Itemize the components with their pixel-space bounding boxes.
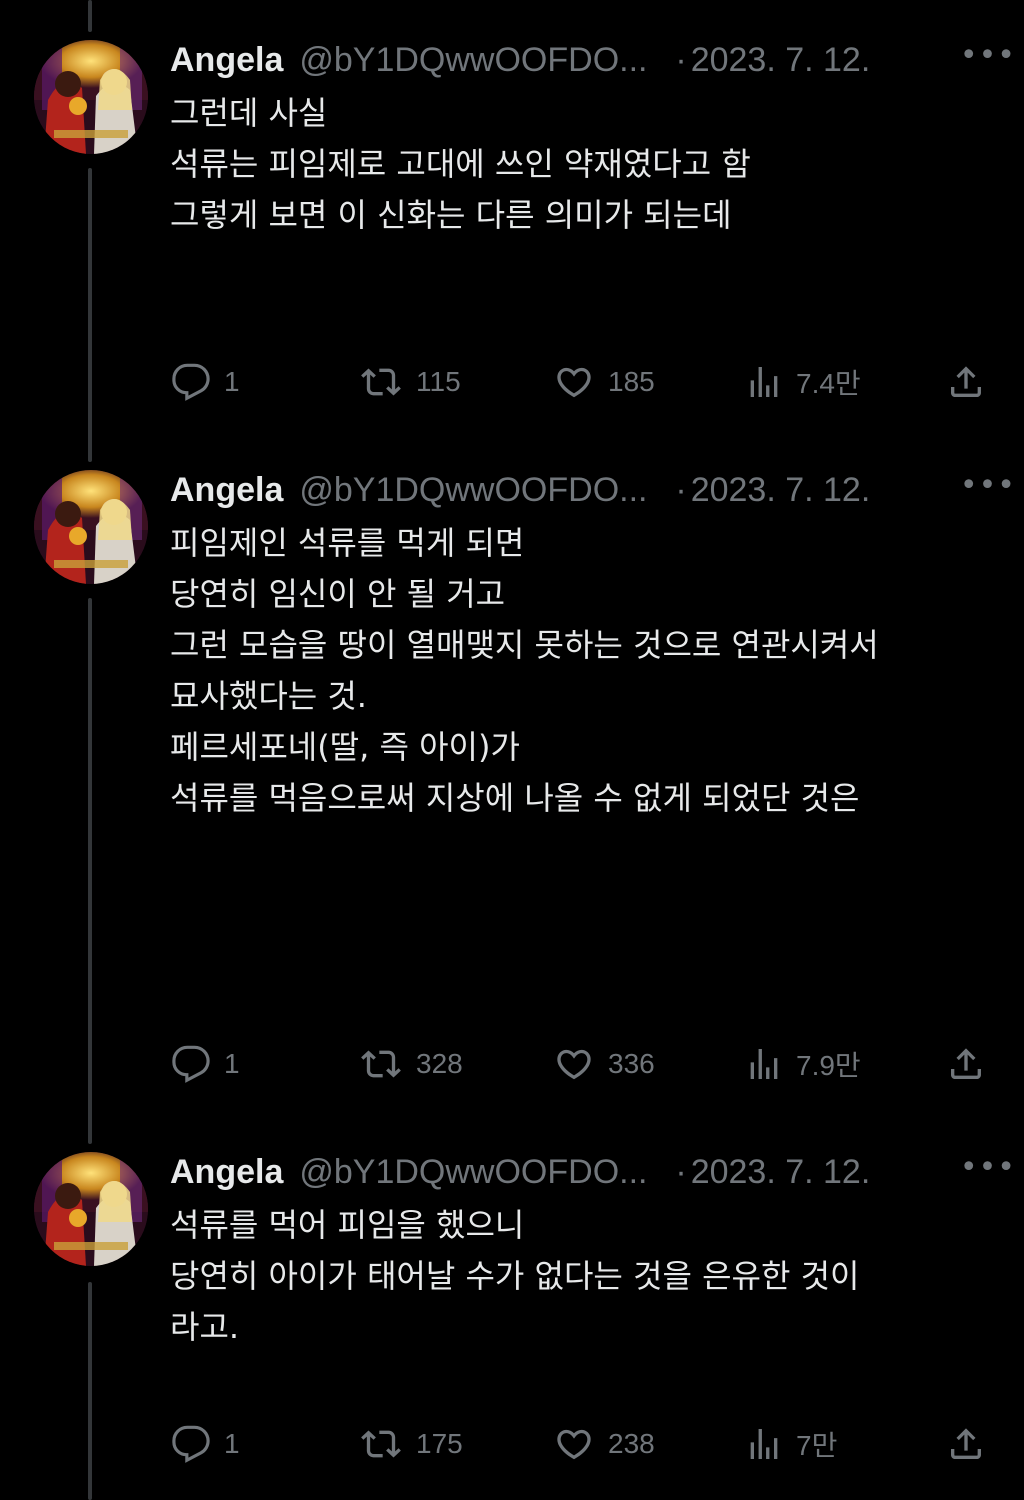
- post-date[interactable]: 2023. 7. 12.: [691, 41, 871, 80]
- reply-count: 1: [224, 366, 240, 397]
- display-name[interactable]: Angela: [170, 1153, 283, 1192]
- avatar[interactable]: [34, 470, 148, 584]
- retweet-button[interactable]: 328: [358, 1042, 463, 1086]
- display-name[interactable]: Angela: [170, 41, 283, 80]
- views-button[interactable]: 7만: [744, 1422, 837, 1466]
- views-button[interactable]: 7.9만: [744, 1042, 861, 1086]
- user-handle[interactable]: @bY1DQwwOOFDO...: [299, 41, 671, 80]
- user-handle[interactable]: @bY1DQwwOOFDO...: [299, 1153, 671, 1192]
- reply-count: 1: [224, 1428, 240, 1459]
- heart-icon: [552, 1044, 596, 1084]
- text-line: 라고.: [170, 1308, 240, 1346]
- post-date[interactable]: 2023. 7. 12.: [691, 471, 871, 510]
- reply-icon: [170, 1044, 212, 1084]
- thread-line-top: [88, 0, 92, 32]
- tweet-header: Angela @bY1DQwwOOFDO... · 2023. 7. 12.: [170, 470, 994, 510]
- share-button[interactable]: [946, 1422, 986, 1466]
- text-line: 페르세포네(딸, 즉 아이)가: [170, 728, 520, 766]
- view-count: 7만: [796, 1430, 838, 1461]
- bar-chart-icon: [744, 362, 784, 402]
- text-line: 석류를 먹어 피임을 했으니: [170, 1206, 525, 1244]
- reply-icon: [170, 1424, 212, 1464]
- heart-icon: [552, 1424, 596, 1464]
- more-icon[interactable]: •••: [960, 471, 1016, 501]
- share-icon: [946, 1424, 986, 1464]
- text-line: 그렇게 보면 이 신화는 다른 의미가 되는데: [170, 196, 732, 234]
- retweet-count: 115: [416, 366, 461, 397]
- reply-button[interactable]: 1: [170, 360, 240, 404]
- retweet-button[interactable]: 175: [358, 1422, 463, 1466]
- action-bar: 1 328 336 7.9만: [170, 1042, 994, 1086]
- text-line: 그런데 사실: [170, 94, 328, 132]
- retweet-count: 175: [416, 1428, 463, 1459]
- retweet-count: 328: [416, 1048, 463, 1079]
- like-button[interactable]: 238: [552, 1422, 655, 1466]
- bar-chart-icon: [744, 1424, 784, 1464]
- reply-count: 1: [224, 1048, 240, 1079]
- heart-icon: [552, 362, 596, 402]
- text-line: 피임제인 석류를 먹게 되면: [170, 524, 525, 562]
- text-line: 석류는 피임제로 고대에 쓰인 약재였다고 함: [170, 145, 751, 183]
- bar-chart-icon: [744, 1044, 784, 1084]
- views-button[interactable]: 7.4만: [744, 360, 861, 404]
- user-handle[interactable]: @bY1DQwwOOFDO...: [299, 471, 671, 510]
- separator: ·: [675, 40, 687, 79]
- avatar[interactable]: [34, 1152, 148, 1266]
- thread-line-2: [88, 598, 92, 1144]
- share-icon: [946, 362, 986, 402]
- display-name[interactable]: Angela: [170, 471, 283, 510]
- like-count: 336: [608, 1048, 655, 1079]
- view-count: 7.4만: [796, 368, 861, 399]
- reply-button[interactable]: 1: [170, 1422, 240, 1466]
- avatar[interactable]: [34, 40, 148, 154]
- tweet-header: Angela @bY1DQwwOOFDO... · 2023. 7. 12.: [170, 40, 994, 80]
- text-line: 석류를 먹음으로써 지상에 나올 수 없게 되었단 것은: [170, 779, 860, 817]
- reply-button[interactable]: 1: [170, 1042, 240, 1086]
- retweet-icon: [358, 362, 404, 402]
- thread-line-1: [88, 168, 92, 462]
- share-icon: [946, 1044, 986, 1084]
- text-line: 묘사했다는 것.: [170, 677, 367, 715]
- tweet-text: 그런데 사실 석류는 피임제로 고대에 쓰인 약재였다고 함 그렇게 보면 이 …: [170, 88, 990, 241]
- text-line: 당연히 임신이 안 될 거고: [170, 575, 506, 613]
- retweet-icon: [358, 1424, 404, 1464]
- more-icon[interactable]: •••: [960, 41, 1016, 71]
- separator: ·: [675, 470, 687, 509]
- like-count: 185: [608, 366, 655, 397]
- text-line: 당연히 아이가 태어날 수가 없다는 것을 은유한 것이: [170, 1257, 860, 1295]
- like-button[interactable]: 336: [552, 1042, 655, 1086]
- like-button[interactable]: 185: [552, 360, 655, 404]
- tweet-text: 피임제인 석류를 먹게 되면 당연히 임신이 안 될 거고 그런 모습을 땅이 …: [170, 518, 990, 824]
- share-button[interactable]: [946, 360, 986, 404]
- retweet-button[interactable]: 115: [358, 360, 461, 404]
- action-bar: 1 115 185 7.4만: [170, 360, 994, 404]
- view-count: 7.9만: [796, 1050, 861, 1081]
- retweet-icon: [358, 1044, 404, 1084]
- tweet-text: 석류를 먹어 피임을 했으니 당연히 아이가 태어날 수가 없다는 것을 은유한…: [170, 1200, 990, 1353]
- action-bar: 1 175 238 7만: [170, 1422, 994, 1466]
- more-icon[interactable]: •••: [960, 1153, 1016, 1183]
- separator: ·: [675, 1152, 687, 1191]
- like-count: 238: [608, 1428, 655, 1459]
- tweet-header: Angela @bY1DQwwOOFDO... · 2023. 7. 12.: [170, 1152, 994, 1192]
- share-button[interactable]: [946, 1042, 986, 1086]
- reply-icon: [170, 362, 212, 402]
- post-date[interactable]: 2023. 7. 12.: [691, 1153, 871, 1192]
- thread-line-3: [88, 1282, 92, 1500]
- text-line: 그런 모습을 땅이 열매맺지 못하는 것으로 연관시켜서: [170, 626, 879, 664]
